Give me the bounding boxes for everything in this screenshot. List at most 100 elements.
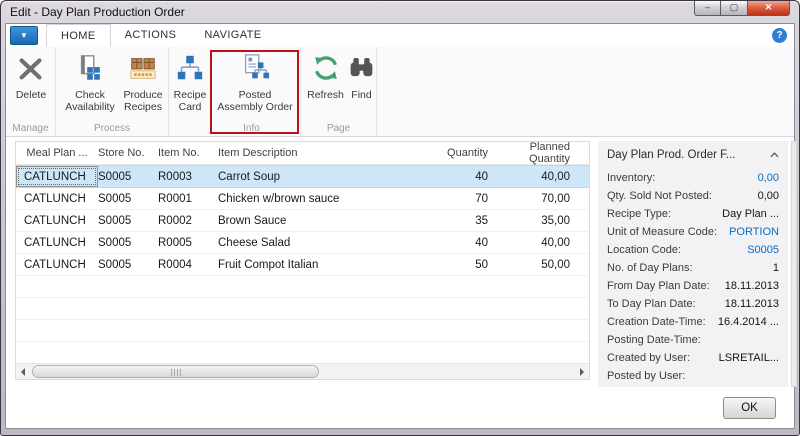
maximize-button[interactable]: ▢ bbox=[721, 1, 748, 16]
page-body: Meal Plan ... Store No. Item No. Item De… bbox=[6, 137, 794, 428]
delete-button[interactable]: Delete bbox=[9, 52, 53, 101]
cell-item-no[interactable]: R0005 bbox=[158, 237, 218, 249]
cell-item-no[interactable]: R0001 bbox=[158, 193, 218, 205]
column-header-item-no[interactable]: Item No. bbox=[158, 147, 218, 159]
group-label-page: Page bbox=[301, 123, 376, 134]
cell-item-description[interactable]: Chicken w/brown sauce bbox=[218, 193, 428, 205]
cell-meal-plan[interactable]: CATLUNCH bbox=[16, 215, 98, 227]
cell-store-no[interactable]: S0005 bbox=[98, 171, 158, 183]
factbox-header[interactable]: Day Plan Prod. Order F... bbox=[598, 141, 788, 166]
table-row[interactable]: CATLUNCH S0005 R0003 Carrot Soup 40 40,0… bbox=[16, 165, 589, 188]
ribbon-tab-strip: ▼ HOME ACTIONS NAVIGATE ? bbox=[6, 24, 794, 47]
posted-assembly-order-label-1: Posted bbox=[213, 89, 297, 101]
cell-planned-quantity[interactable]: 35,00 bbox=[488, 215, 577, 227]
group-label-info: Info bbox=[169, 123, 300, 134]
field-value-link[interactable]: S0005 bbox=[747, 244, 779, 256]
field-label: To Day Plan Date: bbox=[607, 298, 696, 310]
cell-item-description[interactable]: Fruit Compot Italian bbox=[218, 259, 428, 271]
cell-item-description[interactable]: Brown Sauce bbox=[218, 215, 428, 227]
recipe-card-label-2: Card bbox=[169, 101, 211, 113]
cell-planned-quantity[interactable]: 40,00 bbox=[488, 237, 577, 249]
ribbon-tabs: HOME ACTIONS NAVIGATE bbox=[46, 24, 276, 47]
check-availability-button[interactable]: Check Availability bbox=[61, 52, 119, 113]
field-label: Recipe Type: bbox=[607, 208, 671, 220]
column-header-meal-plan[interactable]: Meal Plan ... bbox=[16, 147, 98, 159]
factbox-panel: Day Plan Prod. Order F... Inventory: 0,0… bbox=[598, 141, 788, 387]
maximize-icon: ▢ bbox=[730, 2, 739, 12]
recipe-card-icon bbox=[169, 52, 211, 89]
column-header-item-description[interactable]: Item Description bbox=[218, 147, 428, 159]
cell-item-no[interactable]: R0004 bbox=[158, 259, 218, 271]
chevron-down-icon: ▼ bbox=[20, 31, 28, 40]
factbox-field: Created by User: LSRETAIL... bbox=[607, 349, 779, 367]
group-label-process: Process bbox=[56, 123, 168, 134]
cell-item-description[interactable]: Carrot Soup bbox=[218, 171, 428, 183]
field-label: Unit of Measure Code: bbox=[607, 226, 717, 238]
column-header-store-no[interactable]: Store No. bbox=[98, 147, 158, 159]
cell-store-no[interactable]: S0005 bbox=[98, 193, 158, 205]
cell-planned-quantity[interactable]: 50,00 bbox=[488, 259, 577, 271]
cell-store-no[interactable]: S0005 bbox=[98, 215, 158, 227]
cell-meal-plan[interactable]: CATLUNCH bbox=[16, 193, 98, 205]
ribbon: Delete Manage Check Availabilit bbox=[6, 47, 794, 137]
field-label: Posted by User: bbox=[607, 370, 685, 382]
posted-assembly-order-button[interactable]: Posted Assembly Order bbox=[213, 52, 297, 113]
lines-grid: Meal Plan ... Store No. Item No. Item De… bbox=[15, 141, 590, 380]
factbox-field: Qty. Sold Not Posted: 0,00 bbox=[607, 187, 779, 205]
help-button[interactable]: ? bbox=[772, 28, 787, 43]
table-row[interactable]: CATLUNCH S0005 R0001 Chicken w/brown sau… bbox=[16, 188, 589, 210]
scroll-right-arrow[interactable] bbox=[574, 364, 588, 379]
factbox-field: Recipe Type: Day Plan ... bbox=[607, 205, 779, 223]
horizontal-scrollbar[interactable] bbox=[16, 363, 589, 379]
cell-quantity[interactable]: 35 bbox=[428, 215, 488, 227]
table-row[interactable]: CATLUNCH S0005 R0005 Cheese Salad 40 40,… bbox=[16, 232, 589, 254]
field-value: 18.11.2013 bbox=[725, 280, 779, 292]
cell-store-no[interactable]: S0005 bbox=[98, 237, 158, 249]
delete-button-label: Delete bbox=[9, 89, 53, 101]
factbox-fields: Inventory: 0,00 Qty. Sold Not Posted: 0,… bbox=[598, 166, 788, 385]
find-button[interactable]: Find bbox=[347, 52, 376, 101]
chevron-up-icon[interactable] bbox=[770, 152, 779, 158]
cell-quantity[interactable]: 40 bbox=[428, 237, 488, 249]
application-menu-button[interactable]: ▼ bbox=[10, 26, 38, 45]
cell-quantity[interactable]: 70 bbox=[428, 193, 488, 205]
field-label: Created by User: bbox=[607, 352, 690, 364]
window-title: Edit - Day Plan Production Order bbox=[10, 5, 185, 19]
cell-meal-plan[interactable]: CATLUNCH bbox=[16, 166, 98, 187]
cell-item-no[interactable]: R0003 bbox=[158, 171, 218, 183]
tab-home[interactable]: HOME bbox=[46, 24, 111, 47]
table-row[interactable]: CATLUNCH S0005 R0002 Brown Sauce 35 35,0… bbox=[16, 210, 589, 232]
column-header-quantity[interactable]: Quantity bbox=[428, 147, 488, 159]
column-header-planned-quantity[interactable]: Planned Quantity bbox=[488, 141, 577, 165]
cell-quantity[interactable]: 40 bbox=[428, 171, 488, 183]
close-button[interactable]: ✕ bbox=[748, 1, 790, 16]
cell-meal-plan[interactable]: CATLUNCH bbox=[16, 259, 98, 271]
table-row[interactable]: CATLUNCH S0005 R0004 Fruit Compot Italia… bbox=[16, 254, 589, 276]
factbox-field: Location Code: S0005 bbox=[607, 241, 779, 259]
find-label: Find bbox=[347, 89, 376, 101]
tab-actions[interactable]: ACTIONS bbox=[111, 24, 191, 47]
refresh-icon bbox=[303, 52, 348, 89]
field-value-link[interactable]: PORTION bbox=[729, 226, 779, 238]
cell-store-no[interactable]: S0005 bbox=[98, 259, 158, 271]
tab-navigate[interactable]: NAVIGATE bbox=[190, 24, 275, 47]
field-label: Qty. Sold Not Posted: bbox=[607, 190, 712, 202]
cell-item-no[interactable]: R0002 bbox=[158, 215, 218, 227]
scrollbar-thumb[interactable] bbox=[32, 365, 319, 378]
minimize-button[interactable]: – bbox=[694, 1, 721, 16]
recipe-card-button[interactable]: Recipe Card bbox=[169, 52, 211, 113]
cell-item-description[interactable]: Cheese Salad bbox=[218, 237, 428, 249]
find-binoculars-icon bbox=[347, 52, 376, 89]
refresh-button[interactable]: Refresh bbox=[303, 52, 348, 101]
scroll-left-arrow[interactable] bbox=[17, 364, 31, 379]
title-bar[interactable]: Edit - Day Plan Production Order – ▢ ✕ bbox=[1, 1, 799, 23]
cell-quantity[interactable]: 50 bbox=[428, 259, 488, 271]
cell-planned-quantity[interactable]: 70,00 bbox=[488, 193, 577, 205]
produce-recipes-button[interactable]: Produce Recipes bbox=[117, 52, 169, 113]
field-value-link[interactable]: 0,00 bbox=[758, 172, 779, 184]
ok-button[interactable]: OK bbox=[723, 397, 776, 419]
cell-meal-plan[interactable]: CATLUNCH bbox=[16, 237, 98, 249]
factbox-scroll-strip[interactable] bbox=[791, 141, 797, 387]
field-label: No. of Day Plans: bbox=[607, 262, 693, 274]
cell-planned-quantity[interactable]: 40,00 bbox=[488, 171, 577, 183]
